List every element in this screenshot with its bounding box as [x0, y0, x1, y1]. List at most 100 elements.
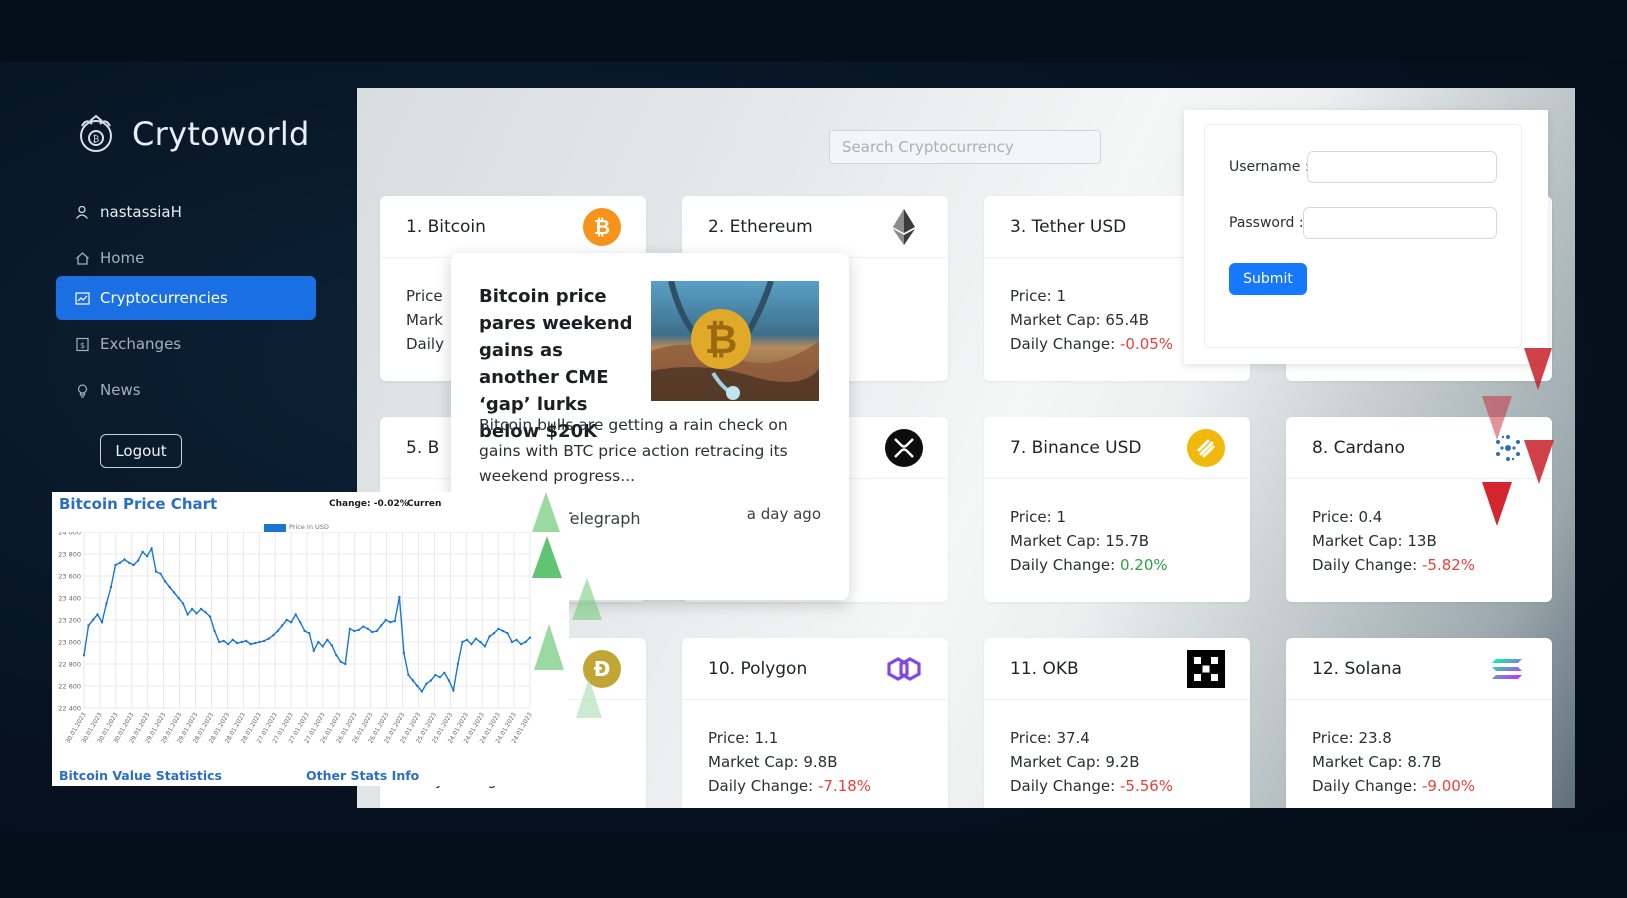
price-point [150, 547, 153, 550]
price-label: Price [406, 287, 443, 305]
market-cap-label: Mark [406, 311, 443, 329]
price-point [109, 585, 113, 589]
solana-icon [1488, 649, 1528, 689]
price-point [118, 561, 122, 564]
sidebar-item-exchanges[interactable]: $ Exchanges [56, 322, 316, 366]
price-chart: 24 000 23 800 23 600 23 400 23 200 23 000 22 8… [58, 532, 534, 745]
coin-title: 5. B [406, 437, 440, 458]
price-point [145, 555, 149, 558]
svg-text:₿: ₿ [705, 317, 738, 363]
sidebar-item-label: Exchanges [100, 335, 182, 353]
market-cap-label: Market Cap: [1312, 753, 1403, 771]
price-point [245, 639, 248, 643]
price-point [443, 671, 446, 674]
daily-change-label: Daily Change: [1312, 777, 1418, 795]
price-point [420, 690, 424, 693]
coin-card-solana[interactable]: 12. Solana Price: 23.8 Market Cap: 8.7B … [1286, 638, 1552, 808]
price-point [199, 607, 203, 611]
price-point [172, 591, 176, 594]
user-name: nastassiaH [100, 203, 182, 221]
coin-card-binance-usd[interactable]: 7. Binance USD Price: 1 Market Cap: 15.7… [984, 417, 1250, 602]
price-point [465, 638, 469, 641]
price-point [339, 660, 342, 663]
price-value: 23.8 [1358, 729, 1392, 747]
price-point [272, 634, 275, 637]
coin-title: 8. Cardano [1312, 437, 1405, 458]
sidebar-item-news[interactable]: News [56, 368, 316, 412]
green-triangle-decoration [534, 624, 564, 670]
market-cap-label: Market Cap: [1010, 311, 1101, 329]
price-point [398, 595, 401, 599]
market-cap-value: 15.7B [1105, 532, 1150, 550]
sidebar-item-label: Cryptocurrencies [100, 289, 228, 307]
logout-button[interactable]: Logout [100, 434, 182, 468]
price-point [254, 641, 257, 645]
price-point [208, 615, 212, 618]
price-point [290, 621, 293, 624]
bitcoin-value-statistics-link[interactable]: Bitcoin Value Statistics [59, 768, 222, 783]
red-triangle-decoration [1524, 440, 1554, 484]
price-point [366, 627, 369, 630]
price-point [190, 607, 194, 611]
price-point [96, 613, 99, 616]
green-triangle-decoration [572, 578, 602, 620]
other-stats-info-link[interactable]: Other Stats Info [306, 768, 419, 783]
price-label: Price: [1312, 508, 1354, 526]
price-point [528, 636, 532, 639]
coin-card-okb[interactable]: 11. OKB Price: 37.4 Market Cap: 9.2B Dai… [984, 638, 1250, 808]
price-point [474, 637, 478, 640]
price-point [326, 638, 329, 641]
coin-card-polygon[interactable]: 10. Polygon Price: 1.1 Market Cap: 9.8B … [682, 638, 948, 808]
bulb-icon [74, 382, 90, 398]
daily-change-label: Daily Change: [1010, 556, 1116, 574]
y-tick-label: 23 800 [58, 551, 81, 559]
login-form-body: Username : Password : Submit [1204, 124, 1522, 348]
coin-title: 2. Ethereum [708, 216, 813, 237]
price-point [348, 627, 351, 630]
sidebar-item-home[interactable]: Home [56, 236, 316, 280]
chart-title: Bitcoin Price Chart [59, 495, 218, 513]
price-point [330, 644, 333, 647]
price-point [132, 563, 135, 567]
price-point [285, 618, 288, 622]
user-profile[interactable]: nastassiaH [56, 190, 316, 234]
username-field[interactable] [1307, 151, 1497, 183]
price-point [380, 624, 383, 627]
price-point [479, 640, 482, 644]
price-point [470, 643, 473, 646]
price-point [240, 640, 243, 644]
search-input[interactable] [829, 130, 1101, 164]
coin-title: 10. Polygon [708, 658, 808, 679]
news-description: Bitcoin bulls are getting a rain check o… [479, 416, 788, 485]
coin-card-cardano[interactable]: 8. Cardano Price: 0.4 Market Cap: 13B Da… [1286, 417, 1552, 602]
coin-title: 11. OKB [1010, 658, 1079, 679]
submit-button[interactable]: Submit [1229, 263, 1307, 295]
coin-title: 7. Binance USD [1010, 437, 1142, 458]
y-tick-label: 24 000 [58, 532, 81, 537]
password-field[interactable] [1303, 207, 1497, 239]
legend-swatch [264, 524, 286, 532]
price-point [249, 643, 252, 646]
sidebar-item-cryptocurrencies[interactable]: Cryptocurrencies [56, 276, 316, 320]
price-point [308, 632, 311, 635]
price-value: 0.4 [1358, 508, 1383, 526]
y-tick-label: 23 600 [58, 573, 81, 581]
price-point [204, 611, 207, 614]
price-point [312, 649, 315, 652]
price-point [276, 629, 279, 633]
price-point [213, 629, 216, 633]
home-icon [74, 250, 90, 266]
binance-usd-icon [1186, 428, 1226, 468]
price-point [294, 613, 297, 616]
price-point [177, 596, 180, 600]
price-point [515, 638, 518, 641]
price-point [452, 689, 455, 692]
sidebar: ₿ Crytoworld nastassiaH Home Cryptocurre… [56, 100, 316, 551]
price-point [91, 618, 95, 622]
y-tick-label: 22 400 [58, 705, 81, 713]
coin-title: 3. Tether USD [1010, 216, 1127, 237]
chart-current: Curren [407, 499, 442, 509]
price-point [168, 585, 171, 589]
market-cap-value: 8.7B [1407, 753, 1442, 771]
svg-text:₿: ₿ [93, 134, 100, 145]
